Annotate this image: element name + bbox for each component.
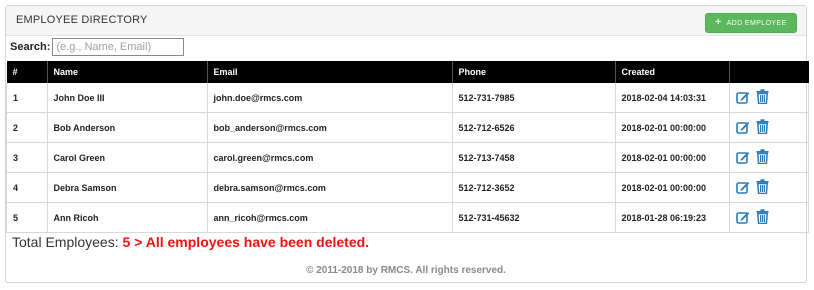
row-actions: [729, 142, 809, 173]
row-actions: [729, 172, 809, 203]
edit-icon[interactable]: [735, 210, 750, 226]
row-number: 1: [6, 83, 48, 113]
row-name: Bob Anderson: [47, 112, 208, 143]
trash-icon[interactable]: [756, 119, 769, 136]
row-email: debra.samson@rmcs.com: [207, 172, 453, 203]
search-input[interactable]: [52, 38, 185, 56]
row-number: 2: [6, 112, 48, 143]
row-created: 2018-02-04 14:03:31: [615, 83, 730, 113]
total-employees-count: 5: [122, 234, 131, 250]
row-number: 5: [6, 202, 48, 233]
row-phone: 512-731-45632: [452, 202, 616, 233]
row-phone: 512-713-7458: [452, 142, 616, 173]
trash-icon[interactable]: [756, 209, 769, 226]
panel-heading: EMPLOYEE DIRECTORY + ADD EMPLOYEE: [6, 6, 806, 36]
header-number[interactable]: #: [6, 61, 48, 83]
row-actions: [729, 202, 809, 233]
total-employees-line: Total Employees: 5 > All employees have …: [12, 234, 369, 250]
row-created: 2018-02-01 00:00:00: [615, 112, 730, 143]
trash-icon[interactable]: [756, 179, 769, 196]
trash-icon[interactable]: [756, 149, 769, 166]
row-phone: 512-712-3652: [452, 172, 616, 203]
row-number: 3: [6, 142, 48, 173]
edit-icon[interactable]: [735, 150, 750, 166]
edit-icon[interactable]: [735, 90, 750, 106]
row-email: john.doe@rmcs.com: [207, 83, 453, 113]
row-name: Ann Ricoh: [47, 202, 208, 233]
row-number: 4: [6, 172, 48, 203]
row-name: John Doe III: [47, 83, 208, 113]
table-row: 3 Carol Green carol.green@rmcs.com 512-713-…: [6, 142, 809, 173]
row-phone: 512-712-6526: [452, 112, 616, 143]
table-row: 5 Ann Ricoh ann_ricoh@rmcs.com 512-731-4563…: [6, 202, 809, 233]
add-employee-label: ADD EMPLOYEE: [726, 19, 787, 27]
header-actions: [729, 61, 809, 83]
table-header-row: # Name Email Phone Created: [6, 61, 809, 83]
table-row: 1 John Doe III john.doe@rmcs.com 512-731-79…: [6, 83, 809, 113]
add-employee-button[interactable]: + ADD EMPLOYEE: [705, 13, 797, 33]
table-row: 2 Bob Anderson bob_anderson@rmcs.com 512-71…: [6, 112, 809, 143]
search-row: Search:: [10, 38, 185, 56]
row-created: 2018-01-28 06:19:23: [615, 202, 730, 233]
row-actions: [729, 83, 809, 113]
header-phone[interactable]: Phone: [452, 61, 616, 83]
row-name: Carol Green: [47, 142, 208, 173]
row-email: bob_anderson@rmcs.com: [207, 112, 453, 143]
edit-icon[interactable]: [735, 180, 750, 196]
edit-icon[interactable]: [735, 120, 750, 136]
total-employees-label: Total Employees:: [12, 234, 119, 250]
row-name: Debra Samson: [47, 172, 208, 203]
table-row: 4 Debra Samson debra.samson@rmcs.com 512-71…: [6, 172, 809, 203]
plus-icon: +: [715, 17, 722, 28]
panel-title: EMPLOYEE DIRECTORY: [16, 14, 148, 26]
employee-directory-panel: EMPLOYEE DIRECTORY + ADD EMPLOYEE Search…: [5, 5, 809, 283]
trash-icon[interactable]: [756, 89, 769, 106]
row-actions: [729, 112, 809, 143]
row-created: 2018-02-01 00:00:00: [615, 142, 730, 173]
search-label: Search:: [10, 41, 51, 53]
employee-table: # Name Email Phone Created 1 John Doe III…: [6, 61, 809, 233]
row-email: ann_ricoh@rmcs.com: [207, 202, 453, 233]
status-message: > All employees have been deleted.: [134, 234, 370, 250]
header-created[interactable]: Created: [615, 61, 730, 83]
row-phone: 512-731-7985: [452, 83, 616, 113]
header-name[interactable]: Name: [47, 61, 208, 83]
row-email: carol.green@rmcs.com: [207, 142, 453, 173]
header-email[interactable]: Email: [207, 61, 453, 83]
row-created: 2018-02-01 00:00:00: [615, 172, 730, 203]
copyright-text: © 2011-2018 by RMCS. All rights reserved…: [306, 265, 506, 276]
